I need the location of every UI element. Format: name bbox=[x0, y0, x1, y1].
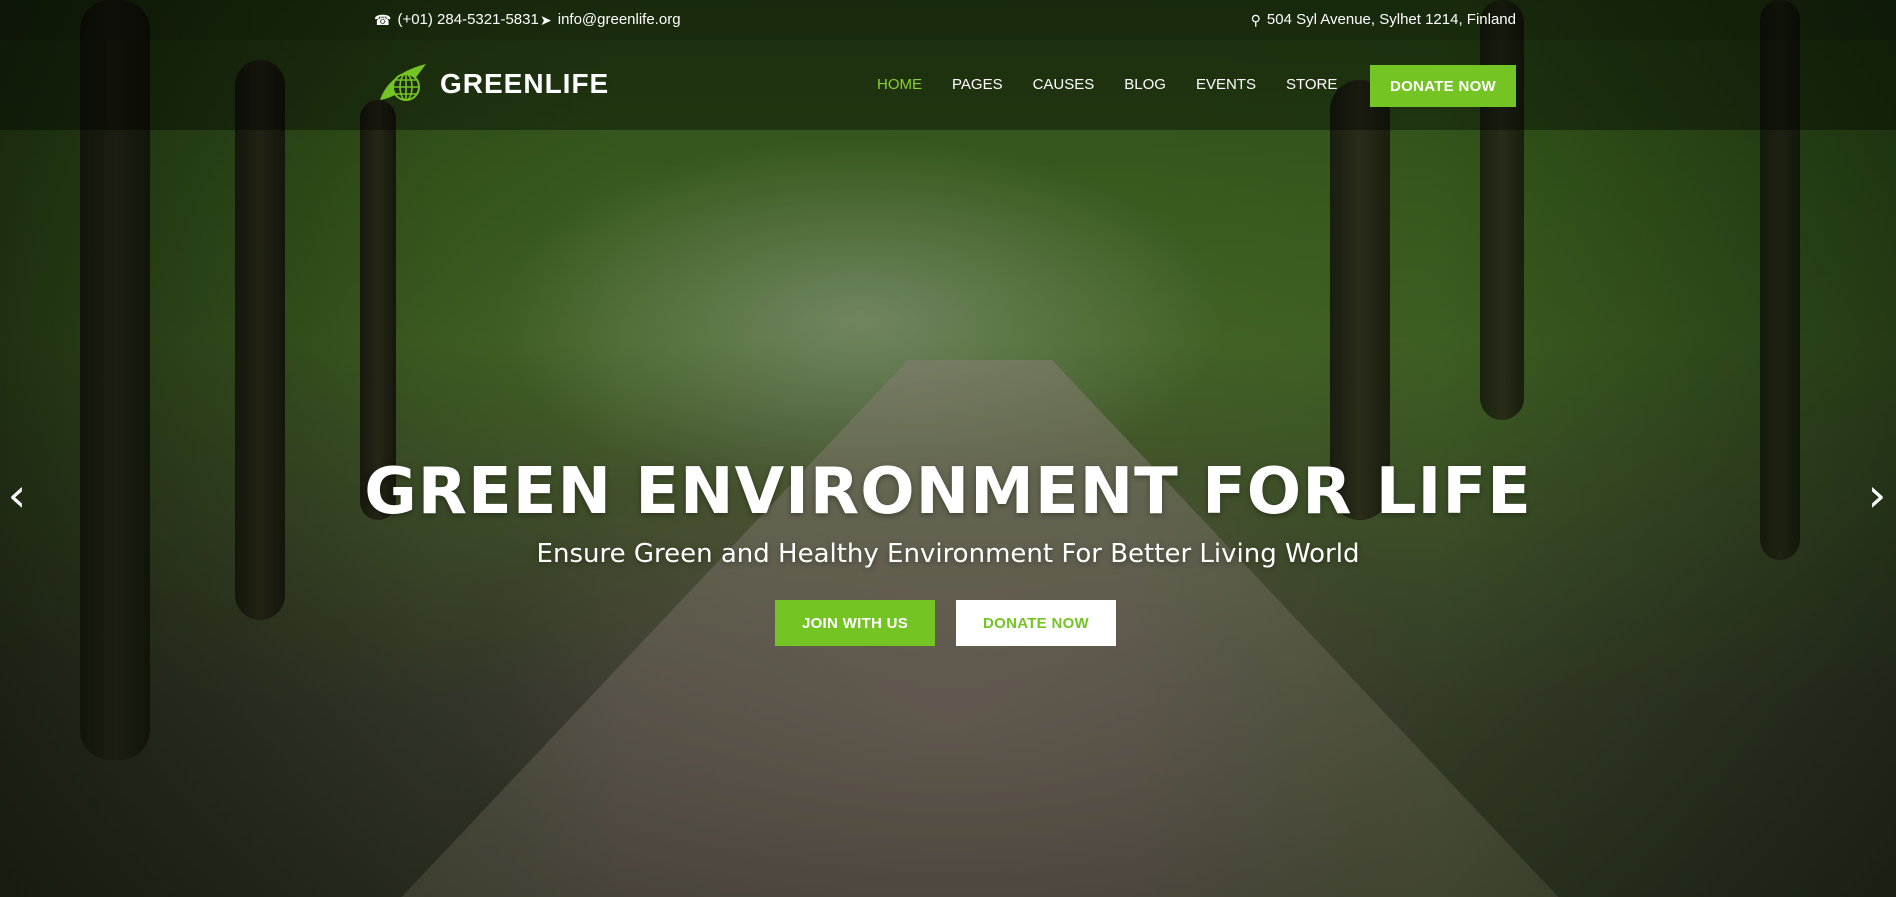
nav-store[interactable]: STORE bbox=[1286, 76, 1337, 93]
nav-home[interactable]: HOME bbox=[877, 76, 922, 93]
join-with-us-button[interactable]: JOIN WITH US bbox=[775, 600, 935, 646]
email-address[interactable]: info@greenlife.org bbox=[558, 11, 681, 28]
street-address: 504 Syl Avenue, Sylhet 1214, Finland bbox=[1266, 11, 1516, 28]
phone-icon: ☎ bbox=[374, 11, 392, 28]
site-header: GREENLIFE HOME PAGES CAUSES BLOG EVENTS … bbox=[0, 40, 1896, 130]
nav-pages[interactable]: PAGES bbox=[952, 76, 1003, 93]
top-bar-address: ⚲ 504 Syl Avenue, Sylhet 1214, Finland bbox=[1251, 11, 1516, 28]
hero-background bbox=[0, 0, 1896, 897]
hero-cta-group: JOIN WITH US DONATE NOW bbox=[775, 600, 1116, 646]
top-bar-email[interactable]: ➤ info@greenlife.org bbox=[540, 11, 681, 28]
hero-subtitle: Ensure Green and Healthy Environment For… bbox=[536, 539, 1360, 569]
map-marker-icon: ⚲ bbox=[1250, 11, 1261, 28]
nav-events[interactable]: EVENTS bbox=[1196, 76, 1256, 93]
site-logo[interactable]: GREENLIFE bbox=[376, 60, 609, 108]
top-bar-phone[interactable]: ☎ (+01) 284-5321-5831 bbox=[374, 11, 539, 28]
nav-causes[interactable]: CAUSES bbox=[1033, 76, 1095, 93]
top-bar: ☎ (+01) 284-5321-5831 ➤ info@greenlife.o… bbox=[0, 0, 1896, 40]
phone-number[interactable]: (+01) 284-5321-5831 bbox=[397, 11, 538, 28]
hero-overlay bbox=[0, 0, 1896, 897]
paper-plane-icon: ➤ bbox=[540, 11, 552, 28]
hero-title: GREEN ENVIRONMENT FOR LIFE bbox=[364, 455, 1532, 529]
nav-blog[interactable]: BLOG bbox=[1124, 76, 1166, 93]
donate-now-button[interactable]: DONATE NOW bbox=[1370, 65, 1516, 107]
globe-leaf-logo-icon bbox=[380, 64, 426, 101]
brand-name: GREENLIFE bbox=[440, 68, 610, 99]
hero-donate-button[interactable]: DONATE NOW bbox=[956, 600, 1116, 646]
main-nav: HOME PAGES CAUSES BLOG EVENTS STORE bbox=[877, 76, 1367, 93]
